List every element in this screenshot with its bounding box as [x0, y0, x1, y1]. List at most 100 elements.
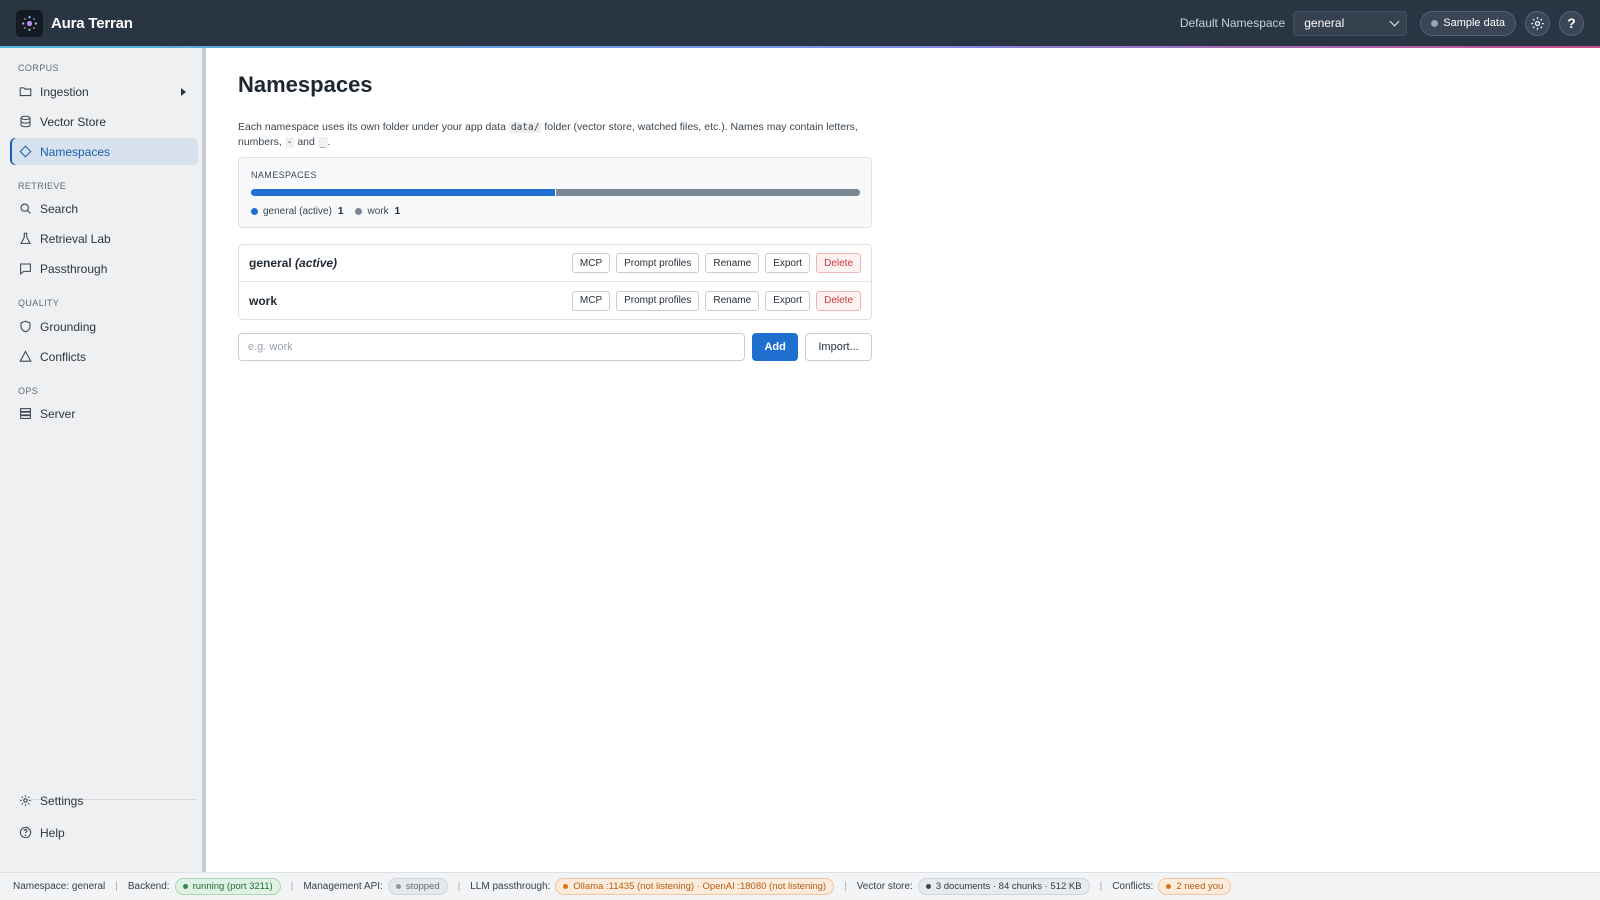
sidebar-item-grounding[interactable]: Grounding [10, 313, 198, 340]
desc-text: and [294, 136, 318, 148]
sidebar-item-settings[interactable]: Settings [10, 787, 198, 814]
sidebar-item-conflicts[interactable]: Conflicts [10, 343, 198, 370]
mcp-button[interactable]: MCP [571, 290, 611, 311]
active-marker: (active) [295, 256, 338, 270]
section-label-corpus: CORPUS [18, 63, 59, 73]
sidebar-item-label: Ingestion [40, 84, 89, 99]
summary-title: NAMESPACES [251, 170, 317, 180]
warning-icon [19, 350, 32, 362]
folder-icon [19, 87, 32, 97]
namespace-name-text: general [249, 256, 292, 270]
shield-icon [20, 320, 31, 333]
mcp-button[interactable]: MCP [571, 253, 611, 273]
settings-button[interactable] [1525, 10, 1550, 36]
tag-icon [19, 145, 32, 158]
vector-store-status-badge[interactable]: 3 documents · 84 chunks · 512 KB [917, 878, 1090, 895]
search-icon [20, 203, 31, 214]
namespace-name: work [249, 293, 278, 308]
expand-arrow-icon[interactable] [181, 87, 186, 96]
namespace-row-general: general (active) MCP Prompt profiles Ren… [239, 245, 871, 282]
legend-count: 1 [394, 206, 401, 217]
sidebar-item-label: Namespaces [40, 144, 111, 159]
sidebar-item-label: Server [40, 406, 76, 421]
help-button[interactable]: ? [1559, 10, 1584, 36]
top-bar: Aura Terran Default Namespace general Sa… [0, 0, 1600, 46]
sidebar-item-retrieval-lab[interactable]: Retrieval Lab [10, 225, 198, 252]
summary-legend: general (active) 1 work 1 [251, 206, 412, 217]
page-title: Namespaces [238, 72, 373, 97]
status-backend-label: Backend: [127, 881, 170, 892]
prompt-profiles-button[interactable]: Prompt profiles [616, 290, 700, 311]
conflicts-status-badge[interactable]: 2 need you [1158, 878, 1232, 895]
namespace-distribution-bar [251, 189, 860, 196]
sidebar-item-label: Grounding [40, 319, 97, 334]
sparkle-logo-icon[interactable] [16, 9, 43, 37]
namespace-list: general (active) MCP Prompt profiles Ren… [238, 244, 872, 320]
namespace-select-value: general [1304, 16, 1345, 30]
sidebar-item-namespaces[interactable]: Namespaces [10, 138, 198, 165]
import-button[interactable]: Import... [805, 333, 872, 361]
status-separator: | [290, 881, 294, 892]
sidebar: CORPUS Ingestion Vector Store Namespaces… [0, 48, 206, 872]
chevron-down-icon [1389, 16, 1400, 26]
default-namespace-label: Default Namespace [1179, 16, 1286, 30]
sidebar-item-label: Search [40, 201, 79, 216]
flask-icon [20, 232, 31, 244]
status-dot [563, 884, 569, 889]
help-icon: ? [1567, 15, 1576, 31]
sidebar-item-ingestion[interactable]: Ingestion [10, 78, 198, 105]
prompt-profiles-button[interactable]: Prompt profiles [616, 253, 700, 273]
sidebar-item-label: Conflicts [40, 349, 87, 364]
management-api-status-badge[interactable]: stopped [387, 878, 448, 895]
namespaces-summary-card: NAMESPACES general (active) 1 work 1 [238, 157, 872, 228]
gear-icon [20, 795, 31, 806]
status-llm-label: LLM passthrough: [470, 881, 551, 892]
backend-status-text: running (port 3211) [192, 881, 273, 892]
sidebar-item-server[interactable]: Server [10, 400, 198, 427]
section-label-retrieve: RETRIEVE [18, 181, 67, 191]
llm-passthrough-status-badge[interactable]: Ollama :11435 (not listening) · OpenAI :… [555, 878, 835, 895]
rename-button[interactable]: Rename [705, 290, 760, 311]
desc-code-dash: - [284, 137, 295, 148]
delete-button[interactable]: Delete [816, 290, 861, 311]
sidebar-item-search[interactable]: Search [10, 195, 198, 222]
export-button[interactable]: Export [765, 290, 811, 311]
help-icon [19, 826, 32, 839]
status-namespace: Namespace: general [13, 881, 106, 892]
sidebar-item-help[interactable]: Help [10, 819, 198, 846]
header-accent-line [0, 46, 1600, 48]
namespace-select[interactable]: general [1293, 10, 1408, 36]
conflicts-status-text: 2 need you [1176, 881, 1224, 892]
desc-text: . [327, 136, 331, 148]
legend-count: 1 [337, 206, 344, 217]
status-bar: Namespace: general | Backend: running (p… [0, 872, 1600, 900]
status-separator: | [844, 881, 847, 892]
export-button[interactable]: Export [765, 253, 811, 273]
status-dot [395, 884, 401, 889]
status-separator: | [115, 881, 118, 892]
bar-segment-general [251, 189, 556, 196]
message-icon [20, 263, 31, 275]
sidebar-item-passthrough[interactable]: Passthrough [10, 255, 198, 282]
legend-name: work [367, 206, 389, 217]
rename-button[interactable]: Rename [705, 253, 760, 273]
bar-segment-work [555, 189, 860, 196]
delete-button[interactable]: Delete [816, 253, 861, 273]
page-description: Each namespace uses its own folder under… [238, 120, 874, 150]
status-dot [1166, 884, 1172, 889]
backend-status-badge[interactable]: running (port 3211) [174, 878, 281, 895]
status-separator: | [457, 881, 461, 892]
desc-code-underscore: _ [317, 137, 328, 148]
add-button[interactable]: Add [752, 333, 799, 361]
gear-icon [1531, 16, 1544, 30]
sidebar-item-vector-store[interactable]: Vector Store [10, 108, 198, 135]
sample-data-label: Sample data [1443, 17, 1505, 29]
status-separator: | [1099, 881, 1103, 892]
section-label-ops: OPS [18, 386, 39, 396]
sample-status-dot [1431, 19, 1439, 27]
database-icon [20, 115, 31, 128]
sample-data-button[interactable]: Sample data [1420, 10, 1516, 36]
add-namespace-form: Add Import... [238, 333, 872, 361]
vector-status-text: 3 documents · 84 chunks · 512 KB [935, 881, 1082, 892]
new-namespace-input[interactable] [238, 333, 746, 361]
